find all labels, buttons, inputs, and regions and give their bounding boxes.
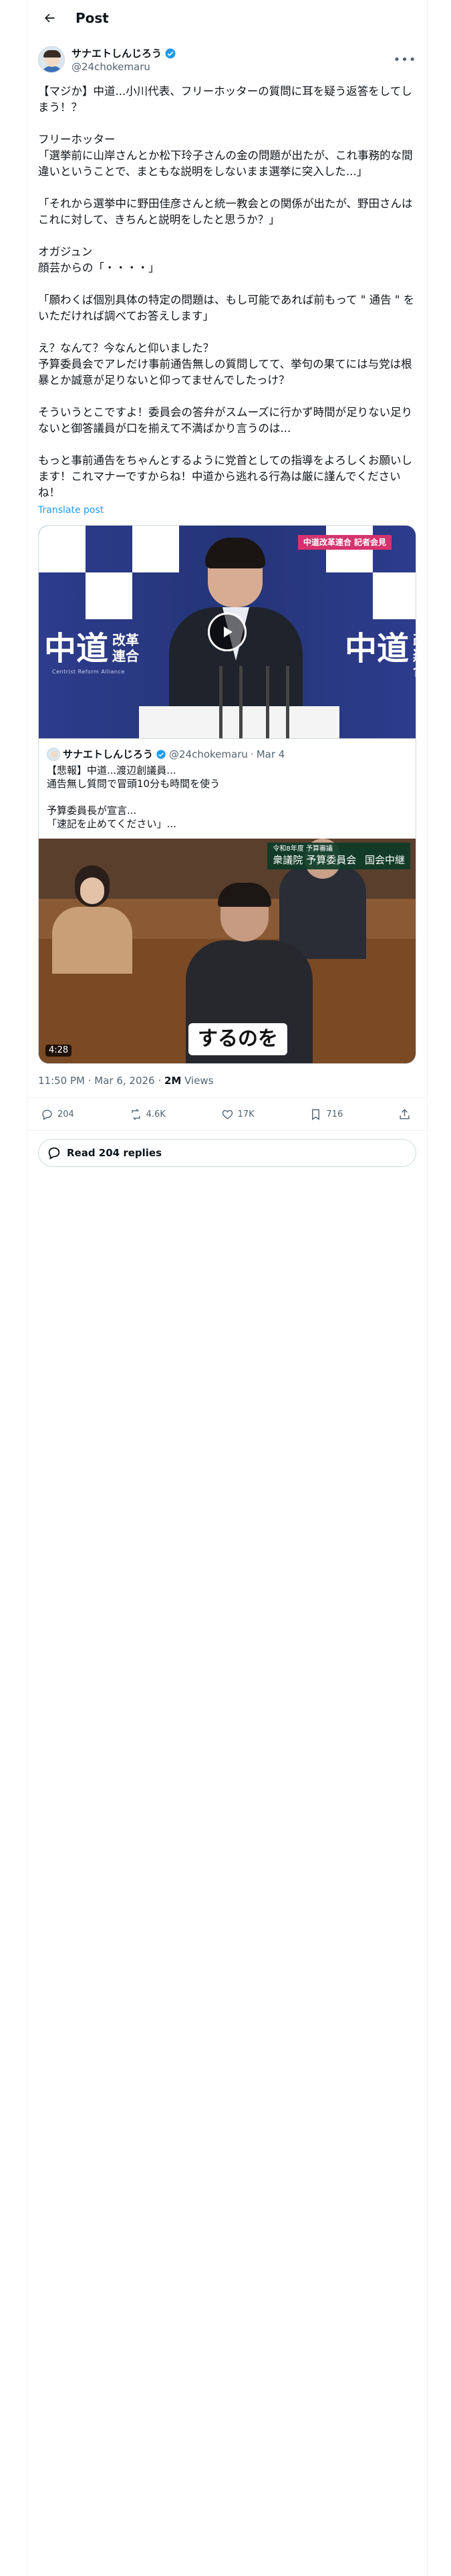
bookmark-button[interactable]: 716: [309, 1108, 343, 1121]
share-icon: [400, 1108, 410, 1119]
quoted-date: Mar 4: [256, 748, 285, 760]
video-banner: 中道改革連合 記者会見: [297, 535, 392, 550]
views-count: 2M: [164, 1075, 182, 1087]
quoted-text: 【悲報】中道...渡辺創議員... 通告無し質問で冒頭10分も時間を使う 予算委…: [47, 764, 220, 830]
views-label: Views: [184, 1075, 214, 1087]
like-button[interactable]: 17K: [221, 1108, 255, 1121]
post-time[interactable]: 11:50 PM · Mar 6, 2026: [38, 1075, 155, 1087]
action-bar: 204 4.6K 17K 716: [27, 1098, 427, 1131]
back-button[interactable]: [38, 7, 61, 29]
page-title: Post: [76, 9, 109, 26]
page-header: Post: [27, 0, 427, 35]
video-logo-en: Centrist Reform Alliance: [52, 669, 125, 675]
post-text: 【マジか】中道...小川代表、フリーホッターの質問に耳を疑う返答をしてしまう！？…: [38, 85, 415, 499]
read-replies-label: Read 204 replies: [67, 1147, 162, 1159]
repost-icon: [131, 1108, 140, 1120]
video-duration: 4:28: [45, 1045, 72, 1057]
arrow-left-icon: [45, 13, 55, 22]
play-icon: [224, 627, 233, 637]
read-replies-button[interactable]: Read 204 replies: [38, 1139, 416, 1167]
quoted-avatar: [47, 747, 60, 761]
share-button[interactable]: [398, 1108, 411, 1121]
avatar[interactable]: [38, 46, 65, 73]
quoted-author-name: サナエトしんじろう: [63, 748, 154, 760]
person-left-figure: [52, 865, 132, 974]
play-button[interactable]: [208, 613, 247, 651]
video-player[interactable]: 中道 改革 連合 Centrist Reform Alliance 中道 改革 …: [39, 526, 416, 738]
quoted-author-handle: @24chokemaru: [169, 748, 248, 760]
reply-count: 204: [57, 1109, 74, 1119]
verified-badge-icon: [165, 48, 176, 58]
more-options-button[interactable]: •••: [394, 48, 416, 71]
repost-count: 4.6K: [146, 1109, 166, 1119]
quoted-video[interactable]: 令和8年度 予算審議 衆議院 予算委員会 国会中継 するのを 4:28: [39, 839, 416, 1063]
video-logo-sub2-right: 連合: [413, 649, 416, 678]
post-column: Post サナエトしんじろう @24chokemaru ••• 【マジか】中道.…: [27, 0, 428, 2576]
quoted-post[interactable]: サナエトしんじろう @24chokemaru · Mar 4 【悲報】中道...…: [39, 738, 416, 839]
translate-post-link[interactable]: Translate post: [27, 501, 427, 517]
post-timestamp: 11:50 PM · Mar 6, 2026 · 2M Views: [27, 1064, 427, 1098]
video-subtitle: するのを: [188, 1023, 287, 1055]
video-logo-sub2: 連合: [112, 648, 139, 664]
heart-icon: [222, 1109, 233, 1119]
chat-bubble-icon: [48, 1147, 60, 1160]
quoted-separator: ·: [250, 748, 254, 760]
video-logo-main: 中道: [44, 630, 109, 667]
verified-badge-icon: [156, 749, 166, 759]
repost-button[interactable]: 4.6K: [130, 1108, 166, 1121]
bookmark-count: 716: [326, 1109, 343, 1119]
reply-button[interactable]: 204: [41, 1108, 74, 1121]
more-dots-icon: •••: [393, 52, 417, 67]
author-name[interactable]: サナエトしんじろう: [71, 46, 162, 60]
tv-broadcast-label: 令和8年度 予算審議 衆議院 予算委員会 国会中継: [267, 843, 410, 869]
video-logo-main-right: 中道: [345, 630, 410, 667]
post-author: サナエトしんじろう @24chokemaru •••: [27, 35, 427, 76]
reply-icon: [42, 1109, 52, 1120]
video-logo-sub1: 改革: [112, 632, 139, 648]
author-handle[interactable]: @24chokemaru: [71, 61, 394, 73]
bookmark-icon: [312, 1109, 320, 1120]
like-count: 17K: [237, 1109, 255, 1119]
post-media: 中道 改革 連合 Centrist Reform Alliance 中道 改革 …: [38, 525, 416, 1064]
